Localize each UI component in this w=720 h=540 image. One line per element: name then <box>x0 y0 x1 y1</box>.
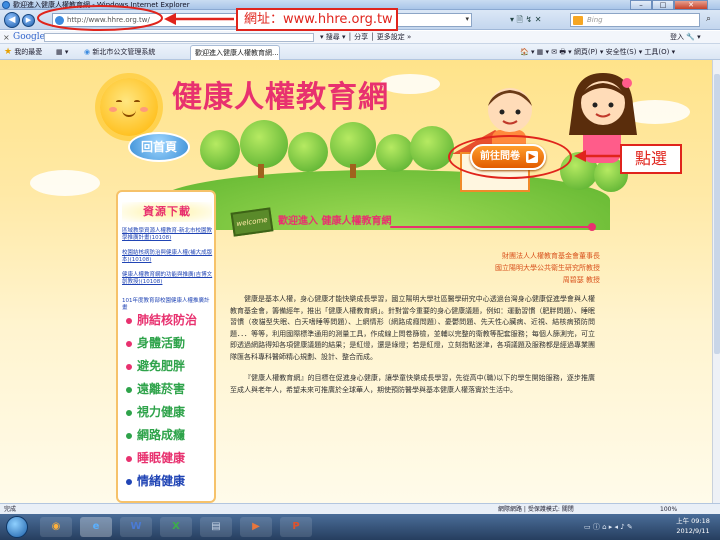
clock-date: 2012/9/11 <box>676 527 710 535</box>
resource-link[interactable]: 區域教學資源人權教育-新北市校園教學推廣計畫(10108) <box>122 228 214 242</box>
topic-vision-health[interactable]: 視力健康 <box>126 402 214 422</box>
intro-text: 健康是基本人權，身心健康才能快樂成長學習，國立陽明大學社區醫學研究中心透過台灣身… <box>230 294 595 406</box>
sun-eye <box>116 100 122 103</box>
topic-label: 睡眠健康 <box>137 451 186 465</box>
home-button[interactable]: 回首頁 <box>128 132 190 162</box>
favorites-button[interactable]: ★ 我的最愛 <box>4 44 42 60</box>
heading-rule-dot <box>588 223 596 231</box>
bullet-icon <box>126 386 132 393</box>
browser-tab-label: 歡迎進入健康人權教育網... <box>195 49 279 57</box>
clock[interactable]: 上午 09:18 2012/9/11 <box>670 516 716 536</box>
word-icon[interactable]: W <box>120 517 152 537</box>
tree-decoration <box>376 134 414 172</box>
bullet-icon <box>126 363 132 370</box>
star-icon: ★ <box>4 47 13 57</box>
ie-taskbar-icon[interactable]: e <box>80 517 112 537</box>
clock-time: 上午 09:18 <box>676 517 710 525</box>
topic-label: 避免肥胖 <box>137 359 186 373</box>
explorer-icon[interactable]: ▤ <box>200 517 232 537</box>
bullet-icon <box>126 455 132 462</box>
topic-physical-activity[interactable]: 身體活動 <box>126 333 214 353</box>
sun-mascot <box>100 78 158 136</box>
quick-tabs-icon[interactable]: ▦ ▾ <box>56 44 68 60</box>
excel-icon[interactable]: X <box>160 517 192 537</box>
fav-link-1[interactable]: ◉ 新北市公文管理系統 <box>84 44 155 60</box>
cloud-decoration <box>30 170 100 196</box>
system-tray[interactable]: ▭ ⓘ ⌂ ▸ ◂ ♪ ✎ <box>584 514 633 540</box>
media-icon[interactable]: ▶ <box>240 517 272 537</box>
topic-label: 肺結核防治 <box>137 313 198 327</box>
sidebar: 資源下載 區域教學資源人權教育-新北市校園教學推廣計畫(10108) 校園結核病… <box>116 190 216 503</box>
close-toolbar-icon[interactable]: × <box>3 31 10 44</box>
topic-label: 遠離菸害 <box>137 382 186 396</box>
google-logo: Google <box>13 32 45 42</box>
google-search-input[interactable] <box>44 33 314 42</box>
sun-cheek <box>109 107 117 112</box>
credit-line-2: 國立陽明大學公共衛生研究所教授 <box>495 264 600 272</box>
resource-link[interactable]: 校園結核病防治與健康人權(補大成版本)(10108) <box>122 250 214 264</box>
topic-label: 身體活動 <box>137 336 186 350</box>
scrollbar-thumb[interactable] <box>714 74 720 354</box>
topic-emotional-health[interactable]: 情緒健康 <box>126 471 214 491</box>
media-player-icon[interactable]: ◉ <box>40 517 72 537</box>
bullet-icon <box>126 409 132 416</box>
web-page: 健康人權教育網 回首頁 前往問卷 ▶ 點選 資源下載 區域教學資源人權教育-新北… <box>0 60 712 503</box>
favorites-bar: ★ 我的最愛 ▦ ▾ ◉ 新北市公文管理系統 歡迎進入健康人權教育網... 🏠 … <box>0 44 720 60</box>
url-arrow-head <box>164 13 176 25</box>
sun-mouth <box>122 110 136 117</box>
ie-icon: ◉ <box>84 48 91 56</box>
click-callout: 點選 <box>620 144 682 174</box>
status-bar: 完成 網際網路 | 受保護模式: 關閉 100% <box>0 503 720 514</box>
bullet-icon <box>126 340 132 347</box>
credit-line-1: 財團法人人權教育基金會董事長 <box>502 252 600 260</box>
favorites-label: 我的最愛 <box>14 48 43 56</box>
tree-decoration <box>240 120 288 168</box>
bullet-icon <box>126 432 132 439</box>
bullet-icon <box>126 478 132 485</box>
heading-rule <box>390 226 590 228</box>
tree-decoration <box>288 132 328 172</box>
survey-button-label: 前往問卷 <box>480 151 520 162</box>
windows-taskbar: ◉ e W X ▤ ▶ P ▭ ⓘ ⌂ ▸ ◂ ♪ ✎ 上午 09:18 201… <box>0 514 720 540</box>
welcome-sign: welcome <box>230 207 274 237</box>
topic-label: 視力健康 <box>137 405 186 419</box>
sun-eye <box>134 100 140 103</box>
go-to-survey-button[interactable]: 前往問卷 ▶ <box>470 144 546 170</box>
click-arrow <box>574 150 620 162</box>
topic-avoid-obesity[interactable]: 避免肥胖 <box>126 356 214 376</box>
vertical-scrollbar[interactable] <box>712 60 720 503</box>
tree-decoration <box>200 130 240 170</box>
topic-label: 情緒健康 <box>137 474 186 488</box>
browser-tab[interactable]: 歡迎進入健康人權教育網... <box>190 45 280 60</box>
tree-trunk <box>258 164 264 178</box>
cloud-decoration <box>380 74 440 94</box>
tree-decoration <box>330 122 376 168</box>
intro-paragraph-1: 健康是基本人權，身心健康才能快樂成長學習，國立陽明大學社區醫學研究中心透過台灣身… <box>230 295 595 361</box>
topic-sleep-health[interactable]: 睡眠健康 <box>126 448 214 468</box>
welcome-heading: 歡迎進入 健康人權教育網 <box>278 216 392 227</box>
credit-line-3: 周碧瑟 教授 <box>562 276 600 284</box>
resource-download-heading: 資源下載 <box>122 202 212 222</box>
site-title[interactable]: 健康人權教育網 <box>172 80 389 116</box>
url-callout: 網址：www.hhre.org.tw <box>236 8 398 31</box>
command-bar[interactable]: 🏠 ▾ ▦ ▾ ✉ 🖶 ▾ 網頁(P) ▾ 安全性(S) ▾ 工具(O) ▾ <box>520 44 675 60</box>
bullet-icon <box>126 317 132 324</box>
topic-tb-prevention[interactable]: 肺結核防治 <box>126 310 214 330</box>
sign-in-link[interactable]: 登入 🔧 ▾ <box>670 31 701 44</box>
tree-decoration <box>410 126 454 170</box>
arrow-right-icon: ▶ <box>526 151 538 163</box>
intro-paragraph-2: 『健康人權教育網』的目標在促進身心健康，讓學童快樂成長學習，先從高中(職)以下的… <box>230 374 595 394</box>
start-button[interactable] <box>6 516 28 538</box>
topic-label: 網路成癮 <box>137 428 186 442</box>
sun-cheek <box>140 107 148 112</box>
fav-link-1-label: 新北市公文管理系統 <box>92 48 156 56</box>
topic-internet-addiction[interactable]: 網路成癮 <box>126 425 214 445</box>
tree-trunk <box>350 164 356 178</box>
powerpoint-icon[interactable]: P <box>280 517 312 537</box>
topic-no-smoking[interactable]: 遠離菸害 <box>126 379 214 399</box>
google-tools[interactable]: ▾ 搜尋 ▾ │ 分享 │ 更多設定 » <box>320 31 411 44</box>
resource-link[interactable]: 健康人權教育網的功能與推廣(吉博文創教授)(10108) <box>122 272 214 286</box>
google-toolbar: × Google ▾ 搜尋 ▾ │ 分享 │ 更多設定 » 登入 🔧 ▾ <box>0 31 720 44</box>
url-highlight-oval <box>37 5 163 31</box>
